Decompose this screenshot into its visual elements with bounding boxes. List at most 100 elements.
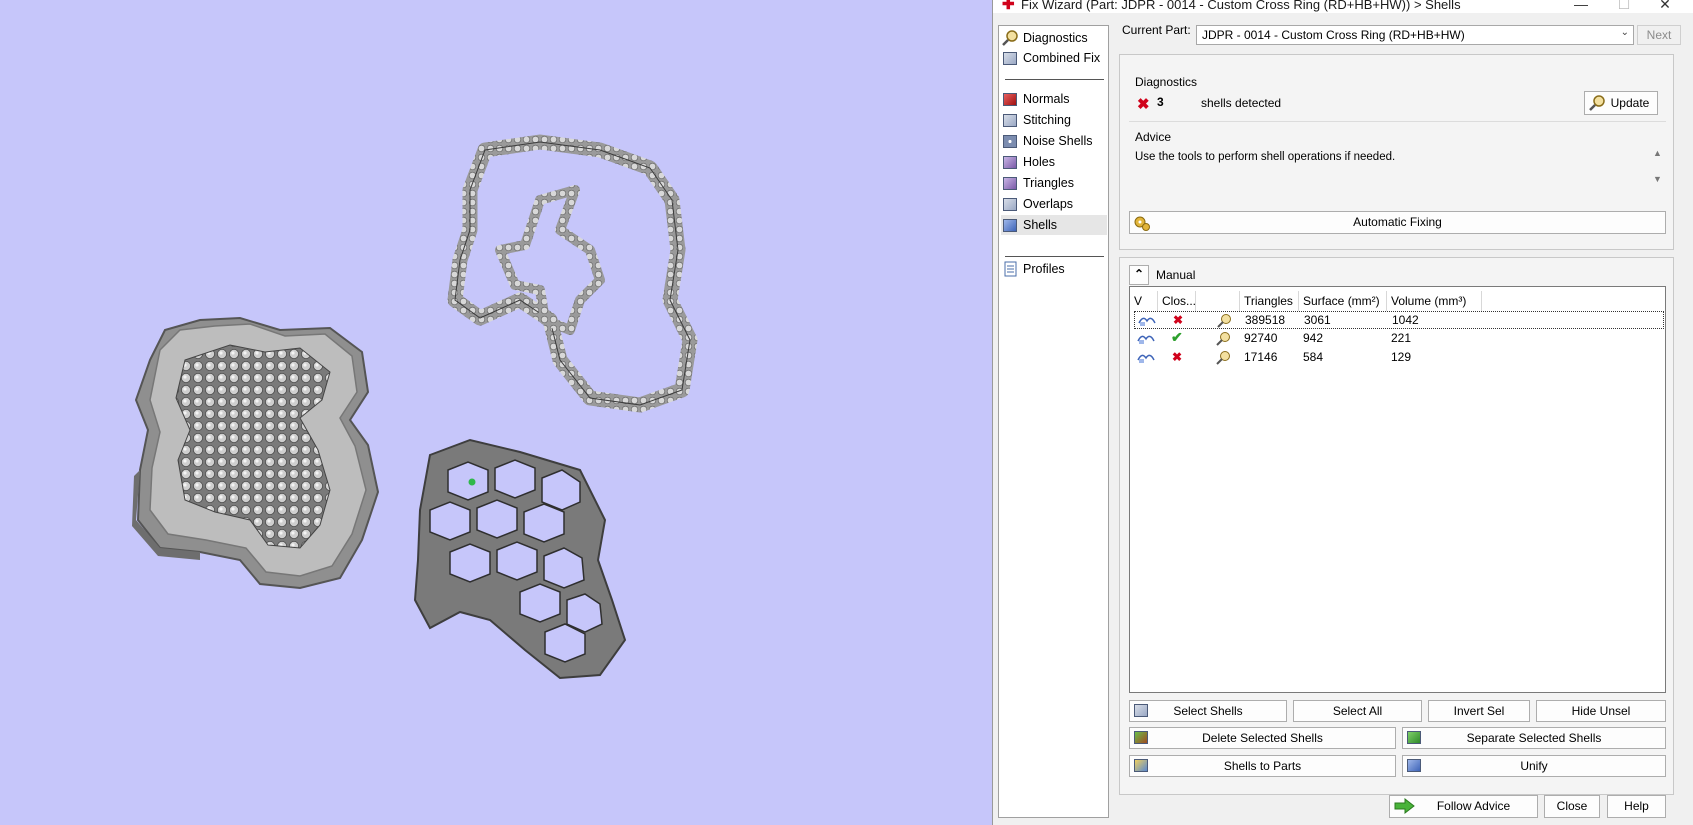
nav-item-stitching[interactable]: Stitching [1001,110,1107,130]
viewport-scene [132,134,698,680]
nav-item-label: Profiles [1023,262,1065,276]
help-button[interactable]: Help [1607,795,1666,818]
minimize-button[interactable]: — [1561,0,1601,12]
magnifier-icon [1001,29,1019,47]
nav-item-combined-fix[interactable]: Combined Fix [1001,48,1107,68]
unify-button[interactable]: Unify [1402,755,1666,777]
scroll-down-icon[interactable]: ▼ [1653,174,1662,184]
surface-cell: 584 [1303,350,1324,364]
shells-to-parts-icon [1133,758,1151,774]
shells-to-parts-label: Shells to Parts [1223,759,1302,773]
shell-visible-icon[interactable] [1136,350,1156,367]
3d-viewport[interactable] [0,0,992,825]
open-shell-cross-icon: ✖ [1173,313,1184,327]
nav-divider [1005,79,1104,80]
automatic-fixing-button[interactable]: Automatic Fixing [1129,211,1666,234]
nav-item-normals[interactable]: Normals [1001,89,1107,109]
separate-shells-icon [1406,730,1424,746]
nav-item-label: Triangles [1023,176,1074,190]
nav-item-label: Shells [1023,218,1058,232]
window-title: Fix Wizard (Part: JDPR - 0014 - Custom C… [1021,0,1461,12]
current-part-label: Current Part: [1122,23,1191,37]
column-header-closed[interactable]: Clos... [1158,291,1196,311]
shells-table[interactable]: V Clos... Triangles Surface (mm²) Volume… [1129,286,1666,693]
column-header-zoom[interactable] [1196,291,1240,311]
column-header-surface[interactable]: Surface (mm²) [1299,291,1387,311]
closed-shell-check-icon: ✔ [1171,329,1183,345]
table-row[interactable]: ✖ 17146 584 129 [1134,349,1664,367]
gears-icon [1133,214,1151,231]
profiles-icon [1001,260,1019,278]
column-header-triangles[interactable]: Triangles [1240,291,1299,311]
next-button[interactable]: Next [1637,25,1681,45]
chevron-up-icon: ⌃ [1133,267,1145,281]
collapse-manual-button[interactable]: ⌃ [1129,265,1149,285]
nav-item-label: Noise Shells [1023,134,1093,148]
chevron-down-icon: ⌄ [1620,27,1629,38]
delete-selected-shells-label: Delete Selected Shells [1202,731,1323,745]
scroll-up-icon[interactable]: ▲ [1653,148,1662,158]
shell-visible-icon[interactable] [1137,313,1157,330]
select-shells-label: Select Shells [1173,704,1243,718]
nav-item-diagnostics[interactable]: Diagnostics [1001,28,1107,48]
maximize-button[interactable]: ☐ [1604,0,1644,12]
nav-item-label: Holes [1023,155,1055,169]
nav-item-profiles[interactable]: Profiles [1001,259,1107,279]
separate-selected-shells-label: Separate Selected Shells [1466,731,1602,745]
hide-unselected-button[interactable]: Hide Unsel [1536,700,1666,722]
honeycomb-ring-model[interactable] [413,438,627,680]
unify-icon [1406,758,1424,774]
separate-selected-shells-button[interactable]: Separate Selected Shells [1402,727,1666,749]
zoom-to-shell-icon[interactable] [1214,350,1232,369]
triangles-cell: 17146 [1244,350,1278,364]
table-row[interactable]: ✖ 389518 3061 1042 [1134,311,1664,329]
holes-icon [1001,153,1019,171]
nav-item-holes[interactable]: Holes [1001,152,1107,172]
nav-item-label: Overlaps [1023,197,1074,211]
select-all-button[interactable]: Select All [1293,700,1422,722]
update-button[interactable]: Update [1584,91,1658,115]
noise-shells-icon [1001,132,1019,150]
pave-ring-model[interactable] [132,316,380,590]
stitching-icon [1001,111,1019,129]
invert-selection-button[interactable]: Invert Sel [1428,700,1530,722]
delete-shells-icon [1133,730,1151,746]
delete-selected-shells-button[interactable]: Delete Selected Shells [1129,727,1396,749]
follow-advice-button[interactable]: Follow Advice [1389,795,1538,818]
zoom-to-shell-icon[interactable] [1214,331,1232,350]
cross-frame-model[interactable] [447,134,698,413]
nav-item-label: Diagnostics [1023,31,1088,45]
follow-advice-label: Follow Advice [1436,799,1511,813]
shells-to-parts-button[interactable]: Shells to Parts [1129,755,1396,777]
shell-count: 3 [1157,95,1164,109]
column-header-volume[interactable]: Volume (mm³) [1387,291,1482,311]
close-button[interactable]: Close [1544,795,1600,818]
advice-box: Use the tools to perform shell operation… [1129,144,1666,204]
diagnostics-message: shells detected [1201,96,1282,110]
select-shells-button[interactable]: Select Shells [1129,700,1287,722]
nav-item-shells[interactable]: Shells [1001,215,1107,235]
column-header-visible[interactable]: V [1130,291,1158,311]
volume-cell: 1042 [1392,313,1419,327]
nav-divider [1005,256,1104,257]
surface-cell: 3061 [1304,313,1331,327]
table-row[interactable]: ✔ 92740 942 221 [1134,329,1664,350]
magnifier-icon [1588,94,1606,111]
nav-item-triangles[interactable]: Triangles [1001,173,1107,193]
shells-icon [1001,216,1019,234]
close-window-button[interactable]: ✕ [1645,0,1685,12]
current-part-value: JDPR - 0014 - Custom Cross Ring (RD+HB+H… [1202,28,1465,42]
current-part-dropdown[interactable]: JDPR - 0014 - Custom Cross Ring (RD+HB+H… [1196,25,1634,45]
volume-cell: 129 [1391,350,1412,364]
wizard-content: Current Part: JDPR - 0014 - Custom Cross… [1113,18,1693,825]
advice-text: Use the tools to perform shell operation… [1135,151,1396,163]
surface-cell: 942 [1303,331,1324,345]
shell-visible-icon[interactable] [1136,331,1156,348]
title-bar[interactable]: ✚ Fix Wizard (Part: JDPR - 0014 - Custom… [993,0,1693,13]
triangles-cell: 389518 [1245,313,1286,327]
overlaps-icon [1001,195,1019,213]
nav-item-overlaps[interactable]: Overlaps [1001,194,1107,214]
nav-item-label: Stitching [1023,113,1071,127]
update-label: Update [1610,96,1650,110]
nav-item-noise-shells[interactable]: Noise Shells [1001,131,1107,151]
